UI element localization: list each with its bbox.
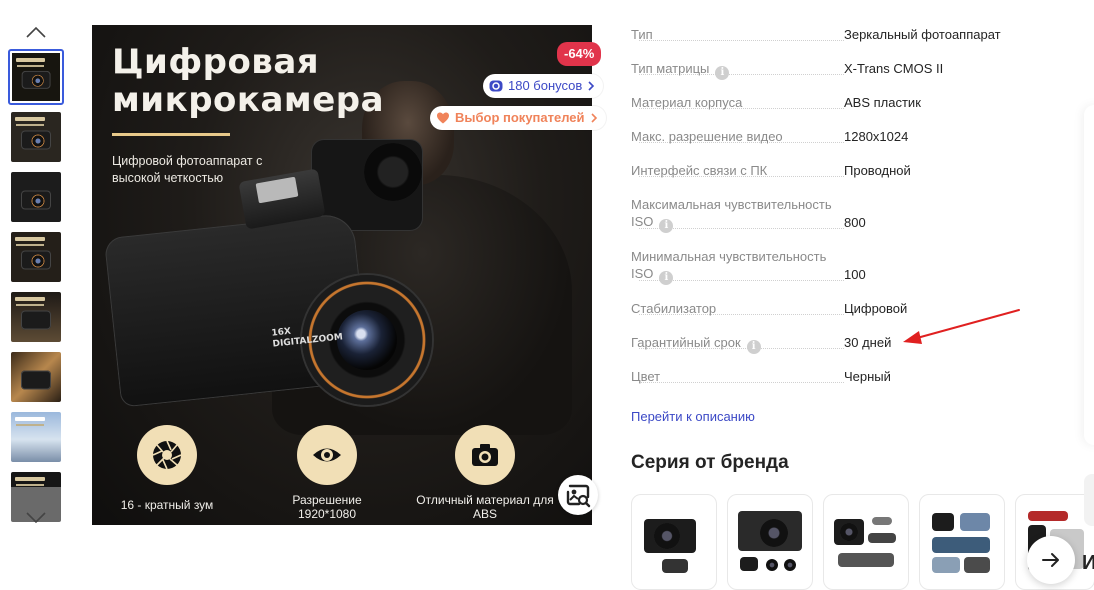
annotation-arrow-icon [903,309,1020,344]
info-icon[interactable]: i [715,66,730,80]
feature-resolution: Разрешение 1920*1080 [262,425,392,521]
thumbnails-up-chevron-icon[interactable] [24,22,48,42]
thumbnail-1[interactable] [8,49,64,105]
bonus-label: 180 бонусов [508,78,583,93]
series-product-card[interactable] [919,494,1005,590]
discount-badge: -64% [557,42,602,66]
aperture-icon [137,425,197,485]
chevron-right-icon [588,81,595,91]
thumbnails-down-chevron-icon[interactable] [24,508,48,528]
thumbnail-7[interactable] [11,412,61,462]
buyers-choice-pill[interactable]: Выбор покупателей [430,106,606,130]
series-product-card[interactable] [727,494,813,590]
thumbnail-4[interactable] [11,232,61,282]
arrow-right-icon [1042,553,1059,567]
image-search-button[interactable] [558,475,598,515]
hero-title: Цифровая микрокамера [112,42,385,120]
side-panel-edge [1084,105,1094,445]
series-next-button[interactable] [1027,536,1075,584]
feature-material: Отличный материал для ABS [410,425,560,521]
bonus-pill[interactable]: 180 бонусов [483,74,604,98]
eye-icon [297,425,357,485]
go-to-description-link[interactable]: Перейти к описанию [631,409,755,424]
hero-divider [112,133,230,136]
bonus-coin-icon [489,80,503,92]
thumbnail-2[interactable] [11,112,61,162]
brand-series-title: Серия от бренда [631,452,789,473]
info-icon[interactable]: i [659,271,674,285]
thumbnail-5[interactable] [11,292,61,342]
side-button-edge[interactable] [1084,474,1094,526]
heart-icon [437,112,449,124]
thumbnail-3[interactable] [11,172,61,222]
series-product-card[interactable] [631,494,717,590]
chevron-right-icon [590,113,597,123]
buyers-choice-label: Выбор покупателей [455,110,585,125]
cut-off-heading: И [1082,552,1094,574]
feature-zoom: 16 - кратный зум [102,425,232,512]
thumbnail-6[interactable] [11,352,61,402]
info-icon[interactable]: i [746,340,761,354]
thumbnail-column [0,0,72,590]
series-product-card[interactable] [823,494,909,590]
info-icon[interactable]: i [659,219,674,233]
main-product-image[interactable]: Цифровая микрокамера Цифровой фотоаппара… [92,25,592,525]
image-search-icon [566,484,591,508]
camera-icon [455,425,515,485]
